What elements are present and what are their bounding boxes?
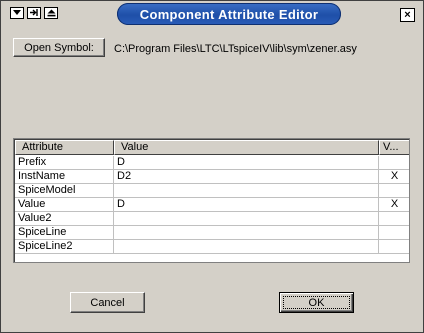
visible-cell[interactable]	[379, 156, 409, 170]
visible-cell[interactable]: X	[379, 198, 409, 212]
table-header: Attribute Value V...	[15, 140, 409, 155]
title-pill: Component Attribute Editor	[117, 3, 341, 25]
table-row[interactable]: Value2	[15, 212, 409, 226]
attribute-table: Attribute Value V... Prefix D InstName D…	[13, 138, 410, 263]
title-bar[interactable]: Component Attribute Editor ×	[1, 1, 423, 27]
value-cell[interactable]	[114, 240, 379, 254]
cancel-button[interactable]: Cancel	[70, 292, 145, 313]
value-cell[interactable]: D2	[114, 170, 379, 184]
value-cell[interactable]	[114, 212, 379, 226]
visible-cell[interactable]	[379, 212, 409, 226]
attribute-cell: Value2	[15, 212, 114, 226]
attribute-cell: SpiceLine	[15, 226, 114, 240]
column-header-visible[interactable]: V...	[379, 140, 409, 155]
table-body: Prefix D InstName D2 X SpiceModel Value …	[15, 156, 409, 254]
visible-cell[interactable]: X	[379, 170, 409, 184]
table-row[interactable]: Prefix D	[15, 156, 409, 170]
value-cell[interactable]	[114, 184, 379, 198]
value-cell[interactable]: D	[114, 156, 379, 170]
focus-rectangle	[283, 296, 350, 309]
table-row[interactable]: InstName D2 X	[15, 170, 409, 184]
symbol-path: C:\Program Files\LTC\LTspiceIV\lib\sym\z…	[114, 43, 357, 55]
visible-cell[interactable]	[379, 226, 409, 240]
close-icon[interactable]: ×	[400, 8, 415, 22]
table-row[interactable]: Value D X	[15, 198, 409, 212]
value-cell[interactable]	[114, 226, 379, 240]
pin-icon[interactable]	[27, 7, 41, 19]
column-header-attribute[interactable]: Attribute	[15, 140, 114, 155]
component-attribute-editor-window: Component Attribute Editor × Open Symbol…	[0, 0, 424, 333]
ok-button[interactable]: OK	[279, 292, 354, 313]
value-cell[interactable]: D	[114, 198, 379, 212]
table-row[interactable]: SpiceModel	[15, 184, 409, 198]
attribute-cell: Value	[15, 198, 114, 212]
column-header-value[interactable]: Value	[114, 140, 379, 155]
window-title: Component Attribute Editor	[139, 6, 319, 22]
dropdown-arrow-icon[interactable]	[10, 7, 24, 19]
attribute-cell: SpiceLine2	[15, 240, 114, 254]
visible-cell[interactable]	[379, 184, 409, 198]
attribute-cell: Prefix	[15, 156, 114, 170]
eject-icon[interactable]	[44, 7, 58, 19]
attribute-cell: InstName	[15, 170, 114, 184]
open-symbol-button[interactable]: Open Symbol:	[13, 38, 105, 57]
table-row[interactable]: SpiceLine2	[15, 240, 409, 254]
attribute-cell: SpiceModel	[15, 184, 114, 198]
visible-cell[interactable]	[379, 240, 409, 254]
table-row[interactable]: SpiceLine	[15, 226, 409, 240]
